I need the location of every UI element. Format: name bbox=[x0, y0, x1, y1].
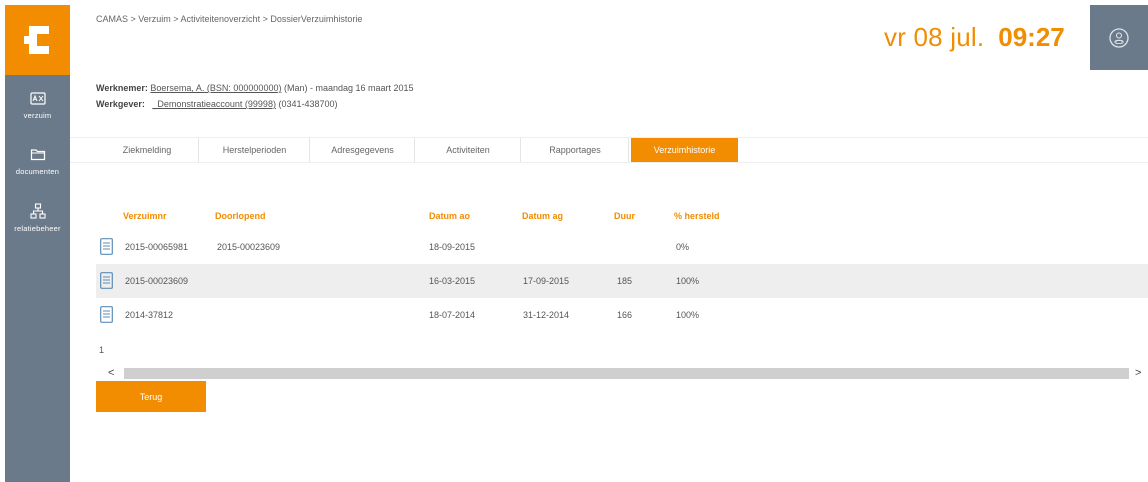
cell-datum-ao: 18-09-2015 bbox=[429, 242, 476, 252]
sidebar-item-verzuim[interactable]: verzuim bbox=[5, 87, 70, 137]
breadcrumb: CAMAS > Verzuim > Activiteitenoverzicht … bbox=[96, 14, 363, 24]
cell-doorlopend: 2015-00023609 bbox=[217, 242, 281, 252]
cell-duur: 166 bbox=[617, 310, 633, 320]
tabs-divider-bottom bbox=[70, 162, 1148, 163]
cell-datum-ao: 16-03-2015 bbox=[429, 276, 476, 286]
folder-icon bbox=[27, 143, 49, 165]
user-badge-icon bbox=[1109, 27, 1129, 48]
current-time: 09:27 bbox=[998, 22, 1065, 52]
document-icon[interactable] bbox=[100, 306, 113, 323]
horizontal-scrollbar[interactable] bbox=[124, 368, 1129, 379]
cell-datum-ag: 31-12-2014 bbox=[523, 310, 570, 320]
cell-duur: 185 bbox=[617, 276, 633, 286]
werknemer-info: Werknemer: Boersema, A. (BSN: 000000000)… bbox=[96, 83, 414, 93]
column-header-verzuimnr[interactable]: Verzuimnr bbox=[123, 211, 167, 221]
sidebar: verzuim documenten relatiebeheer bbox=[5, 5, 70, 482]
date-time: vr 08 jul. 09:27 bbox=[884, 22, 1065, 54]
werknemer-details: (Man) - maandag 16 maart 2015 bbox=[283, 83, 414, 93]
werkgever-details: (0341-438700) bbox=[278, 99, 338, 109]
tab-rapportages[interactable]: Rapportages bbox=[522, 138, 629, 162]
scroll-right-arrow[interactable]: > bbox=[1135, 367, 1141, 379]
cell-hersteld: 100% bbox=[676, 276, 700, 286]
sidebar-item-label: verzuim bbox=[23, 111, 52, 120]
table-row[interactable]: 2015-00065981 2015-00023609 18-09-2015 0… bbox=[96, 230, 1148, 264]
column-header-hersteld[interactable]: % hersteld bbox=[674, 211, 720, 221]
tab-ziekmelding[interactable]: Ziekmelding bbox=[96, 138, 199, 162]
sidebar-item-label: documenten bbox=[15, 167, 60, 176]
column-header-doorlopend[interactable]: Doorlopend bbox=[215, 211, 266, 221]
cell-datum-ag: 17-09-2015 bbox=[523, 276, 570, 286]
table-row[interactable]: 2015-00023609 16-03-2015 17-09-2015 185 … bbox=[96, 264, 1148, 298]
werkgever-label: Werkgever: bbox=[96, 99, 145, 109]
camas-logo-icon bbox=[23, 26, 49, 54]
scroll-left-arrow[interactable]: < bbox=[108, 367, 114, 379]
tab-adresgegevens[interactable]: Adresgegevens bbox=[311, 138, 415, 162]
cell-verzuimnr: 2014-37812 bbox=[125, 310, 174, 320]
terug-button[interactable]: Terug bbox=[96, 381, 206, 412]
cell-datum-ao: 18-07-2014 bbox=[429, 310, 476, 320]
current-date: vr 08 jul. bbox=[884, 22, 985, 52]
column-header-datum-ag[interactable]: Datum ag bbox=[522, 211, 563, 221]
cell-hersteld: 100% bbox=[676, 310, 700, 320]
sidebar-item-documenten[interactable]: documenten bbox=[5, 143, 70, 193]
id-card-icon bbox=[27, 87, 49, 109]
tab-activiteiten[interactable]: Activiteiten bbox=[416, 138, 521, 162]
camas-logo[interactable] bbox=[5, 5, 70, 75]
werknemer-link[interactable]: Boersema, A. (BSN: 000000000) bbox=[150, 83, 281, 93]
column-header-duur[interactable]: Duur bbox=[614, 211, 635, 221]
tab-herstelperioden[interactable]: Herstelperioden bbox=[200, 138, 310, 162]
cell-verzuimnr: 2015-00023609 bbox=[125, 276, 189, 286]
tab-verzuimhistorie[interactable]: Verzuimhistorie bbox=[631, 138, 738, 162]
user-profile-button[interactable] bbox=[1090, 5, 1148, 70]
cell-verzuimnr: 2015-00065981 bbox=[125, 242, 189, 252]
column-header-datum-ao[interactable]: Datum ao bbox=[429, 211, 470, 221]
sidebar-item-label: relatiebeheer bbox=[14, 224, 61, 233]
cell-hersteld: 0% bbox=[676, 242, 690, 252]
werkgever-info: Werkgever: _Demonstratieaccount (99998) … bbox=[96, 99, 338, 109]
network-icon bbox=[27, 200, 49, 222]
werkgever-link[interactable]: _Demonstratieaccount (99998) bbox=[152, 99, 276, 109]
table-row[interactable]: 2014-37812 18-07-2014 31-12-2014 166 100… bbox=[96, 298, 1148, 332]
page-number[interactable]: 1 bbox=[99, 345, 104, 355]
werknemer-label: Werknemer: bbox=[96, 83, 148, 93]
document-icon[interactable] bbox=[100, 272, 113, 289]
document-icon[interactable] bbox=[100, 238, 113, 255]
sidebar-item-relatiebeheer[interactable]: relatiebeheer bbox=[5, 200, 70, 250]
